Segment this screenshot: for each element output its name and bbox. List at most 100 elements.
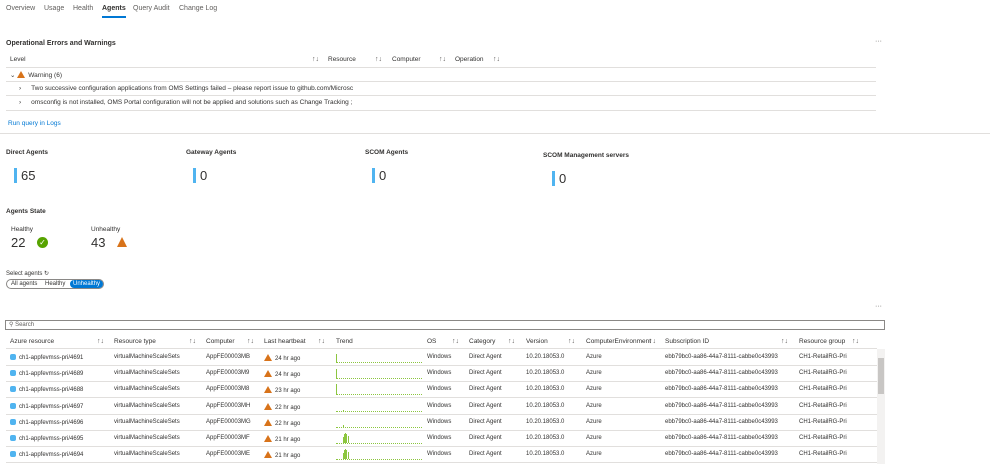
sort-icon[interactable]: ↑↓ [508,338,515,345]
col-resource-type[interactable]: Resource type [114,338,156,345]
col-trend[interactable]: Trend [336,338,353,345]
col-computer[interactable]: Computer [206,338,235,345]
sort-icon[interactable]: ↑↓ [375,56,382,63]
trend-sparkline [336,434,422,444]
tab-overview[interactable]: Overview [6,5,35,12]
kpi-scom-label: SCOM Agents [365,149,408,156]
sub-cell: ebb79bc0-aa86-44a7-8111-cabbe0c43993 [665,435,778,441]
refresh-icon[interactable]: ↻ [44,271,49,277]
grid-more-button[interactable]: ··· [875,303,882,310]
agents-state-title: Agents State [6,208,46,215]
row-divider [6,446,877,447]
sort-icon[interactable]: ↑↓ [189,338,196,345]
heartbeat-text: 21 hr ago [275,437,300,443]
sort-icon[interactable]: ↑↓ [452,338,459,345]
last-heartbeat: 21 hr ago [264,451,300,459]
tab-health[interactable]: Health [73,5,93,12]
row-divider [6,381,877,382]
tab-query-audit[interactable]: Query Audit [133,5,170,12]
search-input[interactable]: ⚲ Search [5,320,885,330]
col-computerenvironment[interactable]: ComputerEnvironment [586,338,651,345]
unhealthy-label: Unhealthy [91,226,120,233]
kpi-scom-mgmt-label: SCOM Management servers [543,152,629,159]
col-os[interactable]: OS [427,338,436,345]
azure-resource-name: ch1-appfevmss-pri/4696 [19,420,83,426]
env-cell: Azure [586,370,602,376]
warning-group[interactable]: ⌄ Warning (6) [10,71,62,79]
sort-icon[interactable]: ↑↓ [852,338,859,345]
category-cell: Direct Agent [469,403,502,409]
sort-icon[interactable]: ↑↓ [97,338,104,345]
tab-usage[interactable]: Usage [44,5,64,12]
sort-icon[interactable]: ↑↓ [318,338,325,345]
computer-cell: AppFE00003MB [206,354,250,360]
vmss-icon [10,419,16,425]
warning-icon [264,451,272,458]
scrollbar[interactable] [877,349,885,464]
azure-resource-link[interactable]: ch1-appfevmss-pri/4696 [10,419,83,426]
azure-resource-link[interactable]: ch1-appfevmss-pri/4694 [10,451,83,458]
option-all-agents[interactable]: All agents [11,280,37,288]
col-last-heartbeat[interactable]: Last heartbeat [264,338,306,345]
col-category[interactable]: Category [469,338,495,345]
azure-resource-link[interactable]: ch1-appfevmss-pri/4697 [10,403,83,410]
vmss-icon [10,370,16,376]
trend-sparkline [336,418,422,428]
agent-filter-toggle[interactable]: All agents Healthy Unhealthy [6,279,104,289]
tab-agents[interactable]: Agents [102,5,126,12]
trend-sparkline [336,450,422,460]
azure-resource-link[interactable]: ch1-appfevmss-pri/4691 [10,354,83,361]
trend-sparkline [336,369,422,379]
sort-icon[interactable]: ↑↓ [439,56,446,63]
scrollbar-thumb[interactable] [878,358,884,394]
option-unhealthy[interactable]: Unhealthy [70,280,103,288]
errors-more-button[interactable]: ··· [875,38,882,45]
sort-icon[interactable]: ↑↓ [781,338,788,345]
os-cell: Windows [427,386,451,392]
col-resource[interactable]: Resource [328,56,356,63]
tab-change-log[interactable]: Change Log [179,5,217,12]
azure-resource-link[interactable]: ch1-appfevmss-pri/4688 [10,386,83,393]
warning-icon [264,419,272,426]
os-cell: Windows [427,419,451,425]
healthy-label: Healthy [11,226,33,233]
trend-sparkline [336,353,422,363]
version-cell: 10.20.18053.0 [526,354,564,360]
sort-icon[interactable]: ↑↓ [312,56,319,63]
azure-resource-name: ch1-appfevmss-pri/4695 [19,436,83,442]
type-cell: virtualMachineScaleSets [114,370,180,376]
env-cell: Azure [586,451,602,457]
trend-bar [348,436,349,443]
error-row[interactable]: ›omsconfig is not installed, OMS Portal … [19,99,352,106]
category-cell: Direct Agent [469,435,502,441]
kpi-scom-mgmt-value: 0 [552,171,566,186]
select-agents-text: Select agents [6,271,42,277]
col-computer[interactable]: Computer [392,56,421,63]
col-version[interactable]: Version [526,338,548,345]
sort-icon[interactable]: ↑↓ [649,338,656,345]
trend-sparkline [336,402,422,412]
unhealthy-count: 43 [91,235,105,250]
vmss-icon [10,354,16,360]
run-query-link[interactable]: Run query in Logs [8,120,61,127]
sort-icon[interactable]: ↑↓ [247,338,254,345]
col-level[interactable]: Level [10,56,26,63]
col-resource-group[interactable]: Resource group [799,338,845,345]
version-cell: 10.20.18053.0 [526,403,564,409]
azure-resource-link[interactable]: ch1-appfevmss-pri/4689 [10,370,83,377]
col-operation[interactable]: Operation [455,56,484,63]
vmss-icon [10,403,16,409]
env-cell: Azure [586,386,602,392]
computer-cell: AppFE00003MH [206,403,250,409]
col-azure-resource[interactable]: Azure resource [10,338,54,345]
col-subscription-id[interactable]: Subscription ID [665,338,709,345]
azure-resource-link[interactable]: ch1-appfevmss-pri/4695 [10,435,83,442]
option-healthy[interactable]: Healthy [45,280,65,288]
heartbeat-text: 22 hr ago [275,421,300,427]
category-cell: Direct Agent [469,354,502,360]
sort-icon[interactable]: ↑↓ [568,338,575,345]
computer-cell: AppFE00003M8 [206,386,249,392]
error-row[interactable]: ›Two successive configuration applicatio… [19,85,353,92]
sort-icon[interactable]: ↑↓ [493,56,500,63]
kpi-gateway-label: Gateway Agents [186,149,236,156]
